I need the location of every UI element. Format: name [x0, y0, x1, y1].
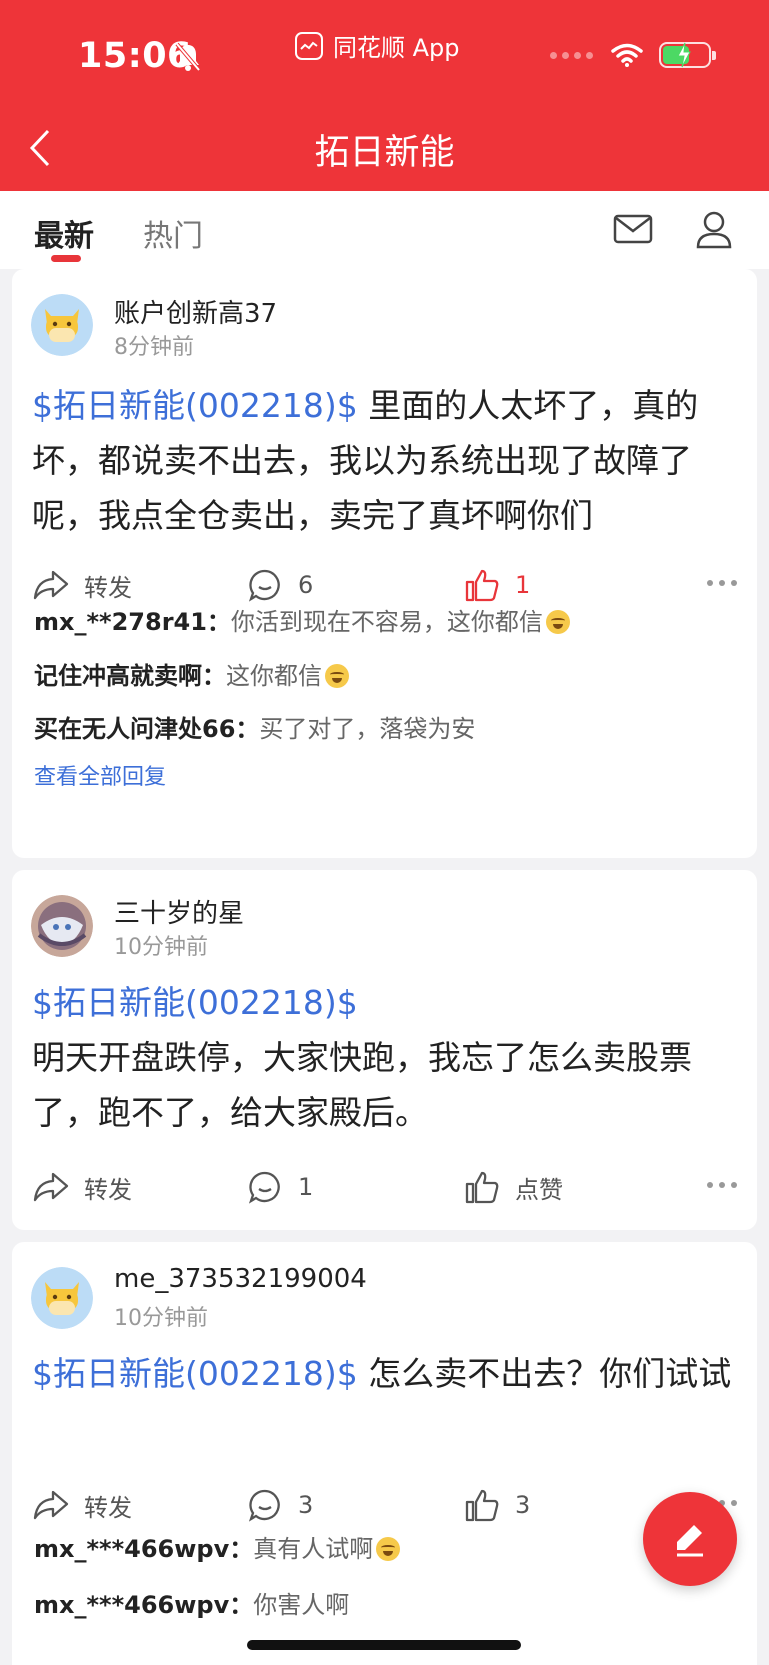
reply-author[interactable]: mx_**278r41： [34, 608, 231, 636]
like-label: 点赞 [515, 1175, 563, 1204]
profile-icon[interactable] [692, 207, 736, 251]
forward-button[interactable]: 转发 [32, 566, 132, 604]
status-icons [550, 42, 716, 68]
post-text: $拓日新能(002218)$ 明天开盘跌停，大家快跑，我忘了怎么卖股票了，跑不了，… [32, 975, 744, 1140]
tab-latest[interactable]: 最新 [34, 211, 94, 255]
app-header: 15:06 同花顺 App 拓日新能 [0, 0, 769, 191]
flushed-emoji-icon [325, 664, 349, 688]
post-actions: 转发 1 点赞 [12, 1168, 757, 1208]
like-button[interactable]: 3 [463, 1486, 530, 1524]
active-tab-indicator [51, 255, 81, 262]
comment-count: 3 [298, 1491, 314, 1519]
stock-link[interactable]: $拓日新能(002218)$ [32, 1354, 358, 1393]
reply-author[interactable]: mx_***466wpv： [34, 1591, 253, 1619]
post-text: $拓日新能(002218)$ 里面的人太坏了，真的坏，都说卖不出去，我以为系统出… [32, 378, 744, 543]
wifi-icon [611, 43, 643, 67]
reply-item[interactable]: 买在无人问津处66：买了对了，落袋为安 [34, 709, 475, 744]
username[interactable]: 账户创新高37 [114, 293, 277, 330]
tab-hot[interactable]: 热门 [143, 211, 203, 255]
forward-icon [32, 566, 70, 604]
reply-author[interactable]: 记住冲高就卖啊： [34, 662, 226, 690]
view-all-replies-link[interactable]: 查看全部回复 [34, 759, 166, 791]
avatar[interactable] [31, 895, 93, 957]
laugh-cry-emoji-icon [376, 1537, 401, 1561]
compose-post-button[interactable] [643, 1492, 737, 1586]
like-icon [463, 566, 501, 604]
reply-text: 买了对了，落袋为安 [259, 715, 476, 743]
more-icon[interactable] [707, 580, 737, 586]
post-card[interactable]: me_373532199004 10分钟前 $拓日新能(002218)$ 怎么卖… [12, 1242, 757, 1665]
app-name: 同花顺 App [333, 34, 460, 62]
post-time: 10分钟前 [114, 1306, 208, 1331]
forward-button[interactable]: 转发 [32, 1486, 132, 1524]
like-button[interactable]: 点赞 [463, 1168, 563, 1206]
post-time: 8分钟前 [114, 335, 194, 360]
forward-icon [32, 1486, 70, 1524]
post-body: 怎么卖不出去？你们试试 [357, 1354, 732, 1393]
home-indicator [247, 1640, 521, 1650]
battery-icon [659, 42, 716, 68]
reply-author[interactable]: mx_***466wpv： [34, 1535, 253, 1563]
reply-author[interactable]: 买在无人问津处66： [34, 715, 259, 743]
post-actions: 转发 3 3 [12, 1486, 757, 1526]
avatar[interactable] [31, 1267, 93, 1329]
post-text: $拓日新能(002218)$ 怎么卖不出去？你们试试 [32, 1346, 744, 1401]
reply-item[interactable]: 记住冲高就卖啊：这你都信 [34, 656, 349, 691]
bell-off-icon [175, 42, 201, 72]
post-time: 10分钟前 [114, 935, 208, 960]
forward-icon [32, 1168, 70, 1206]
reply-item[interactable]: mx_**278r41：你活到现在不容易，这你都信 [34, 602, 570, 637]
comment-icon [246, 1168, 284, 1206]
like-button[interactable]: 1 [463, 566, 530, 604]
app-logo-icon [295, 31, 323, 60]
forward-label: 转发 [84, 573, 132, 602]
post-actions: 转发 6 1 [12, 566, 757, 606]
mail-icon[interactable] [611, 207, 655, 251]
reply-item[interactable]: mx_***466wpv：真有人试啊 [34, 1529, 401, 1564]
like-icon [463, 1486, 501, 1524]
comment-count: 6 [298, 571, 314, 599]
stock-link[interactable]: $拓日新能(002218)$ [32, 386, 358, 425]
app-indicator: 同花顺 App [295, 28, 460, 63]
username[interactable]: me_373532199004 [114, 1264, 367, 1294]
reply-text: 你活到现在不容易，这你都信 [230, 608, 543, 636]
like-count: 3 [515, 1491, 531, 1519]
forward-button[interactable]: 转发 [32, 1168, 132, 1206]
comment-count: 1 [298, 1173, 314, 1201]
reply-text: 这你都信 [226, 662, 322, 690]
forward-label: 转发 [84, 1493, 132, 1522]
reply-text: 你害人啊 [253, 1591, 350, 1619]
tab-bar: 最新 热门 [0, 191, 769, 269]
username[interactable]: 三十岁的星 [114, 893, 244, 930]
stock-link[interactable]: $拓日新能(002218)$ [32, 983, 358, 1022]
laugh-cry-emoji-icon [545, 610, 570, 634]
reply-text: 真有人试啊 [253, 1535, 374, 1563]
forward-label: 转发 [84, 1175, 132, 1204]
comment-icon [246, 1486, 284, 1524]
comment-button[interactable]: 6 [246, 566, 313, 604]
more-icon[interactable] [707, 1182, 737, 1188]
comment-button[interactable]: 1 [246, 1168, 313, 1206]
edit-icon [677, 1525, 703, 1557]
like-count: 1 [515, 571, 531, 599]
comment-icon [246, 566, 284, 604]
avatar[interactable] [31, 294, 93, 356]
reply-item[interactable]: mx_***466wpv：你害人啊 [34, 1585, 349, 1620]
signal-icon [550, 51, 593, 59]
post-body: 明天开盘跌停，大家快跑，我忘了怎么卖股票了，跑不了，给大家殿后。 [32, 1038, 692, 1132]
post-card[interactable]: 三十岁的星 10分钟前 $拓日新能(002218)$ 明天开盘跌停，大家快跑，我忘… [12, 870, 757, 1230]
comment-button[interactable]: 3 [246, 1486, 313, 1524]
like-icon [463, 1168, 501, 1206]
page-title: 拓日新能 [314, 133, 455, 173]
post-card[interactable]: 账户创新高37 8分钟前 $拓日新能(002218)$ 里面的人太坏了，真的坏，… [12, 269, 757, 858]
